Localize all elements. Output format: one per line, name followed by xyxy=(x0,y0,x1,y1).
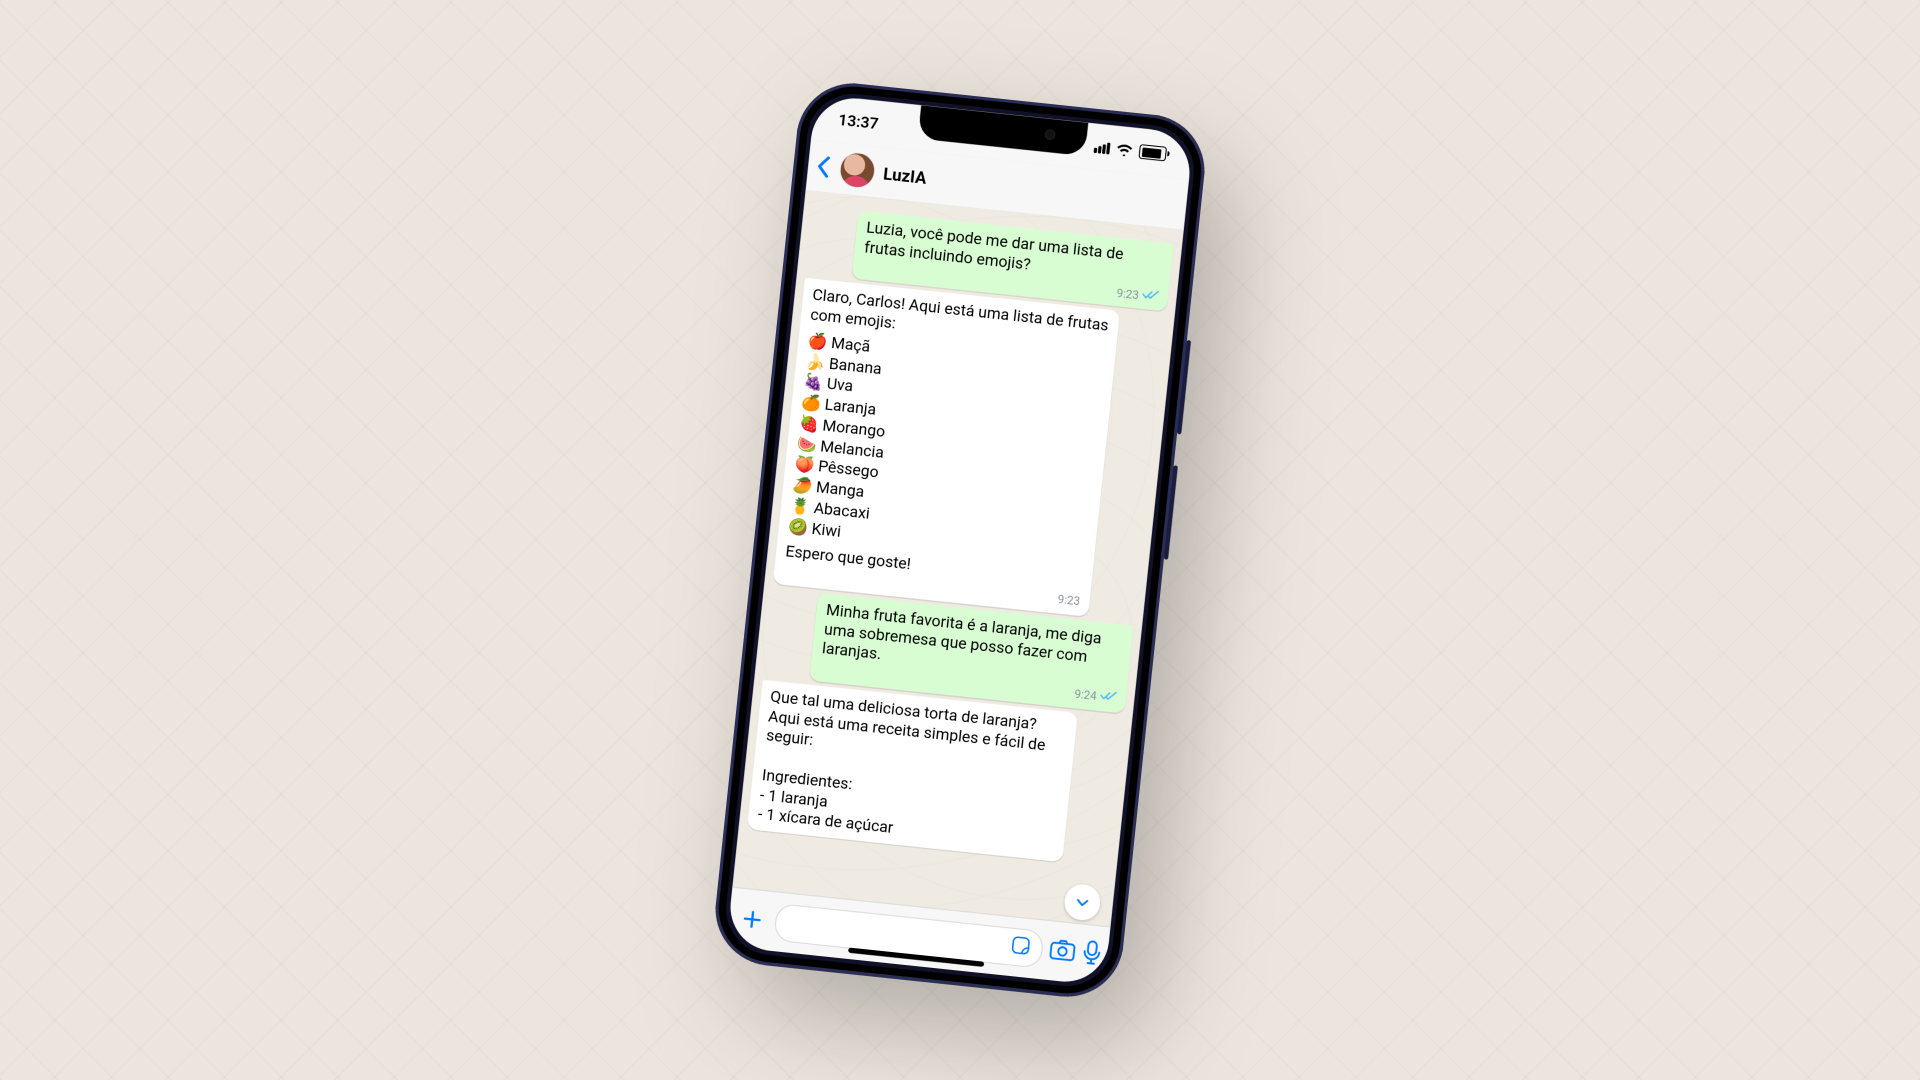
contact-avatar[interactable] xyxy=(838,151,877,190)
attach-button[interactable] xyxy=(734,901,771,938)
battery-icon xyxy=(1138,144,1167,161)
sticker-icon[interactable] xyxy=(1009,934,1033,961)
contact-name[interactable]: LuzIA xyxy=(882,163,927,187)
read-receipt-icon xyxy=(1099,690,1117,706)
cellular-signal-icon xyxy=(1094,141,1111,154)
chat-scroll-area[interactable]: Luzia, você pode me dar uma lista de fru… xyxy=(732,190,1183,927)
wifi-icon xyxy=(1116,143,1134,157)
microphone-button[interactable] xyxy=(1081,939,1103,970)
message-text: Que tal uma deliciosa torta de laranja? … xyxy=(757,687,1068,855)
phone-screen: 13:37 LuzIA xyxy=(726,94,1194,986)
camera-button[interactable] xyxy=(1047,937,1077,967)
message-incoming[interactable]: Claro, Carlos! Aqui está uma lista de fr… xyxy=(773,278,1120,617)
read-receipt-icon xyxy=(1141,288,1159,304)
message-time: 9:23 xyxy=(1057,593,1081,610)
status-time: 13:37 xyxy=(837,110,879,133)
message-time: 9:23 xyxy=(1116,286,1140,303)
back-button[interactable] xyxy=(813,154,832,179)
message-incoming[interactable]: Que tal uma deliciosa torta de laranja? … xyxy=(747,679,1078,862)
status-icons xyxy=(1093,139,1167,161)
fruit-list: 🍎 Maçã 🍌 Banana 🍇 Uva 🍊 Laranja 🍓 Morang… xyxy=(787,331,1105,567)
message-time: 9:24 xyxy=(1074,687,1098,704)
